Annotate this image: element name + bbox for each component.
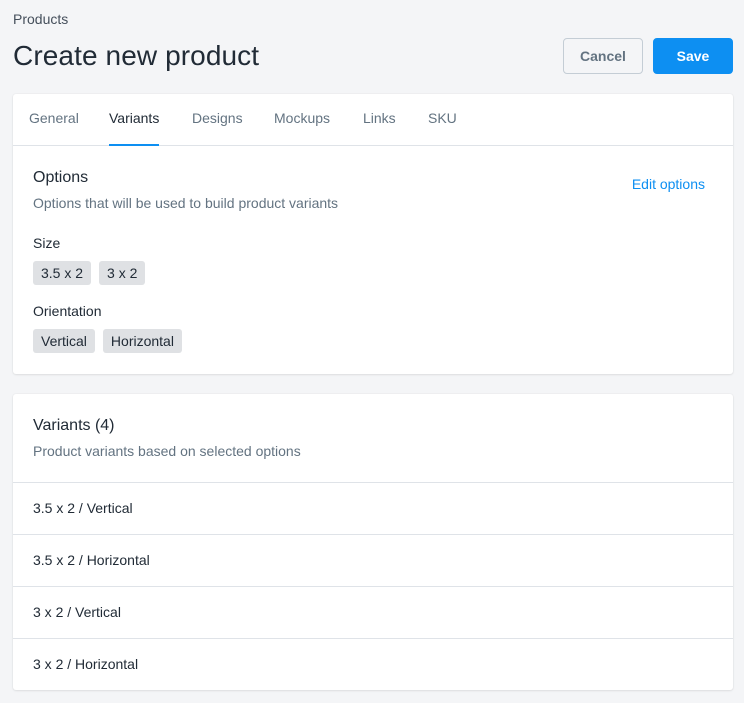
variant-row[interactable]: 3.5 x 2 / Vertical <box>13 482 733 534</box>
page-title: Create new product <box>13 40 260 71</box>
save-button[interactable]: Save <box>653 38 733 74</box>
option-chip: 3.5 x 2 <box>33 261 92 285</box>
size-chips: 3.5 x 2 3 x 2 <box>33 261 146 285</box>
variants-subtitle: Product variants based on selected optio… <box>33 443 301 459</box>
orientation-chips: Vertical Horizontal <box>33 329 182 353</box>
options-card: General Variants Designs Mockups Links S… <box>13 94 733 374</box>
tab-general[interactable]: General <box>29 94 79 146</box>
tab-bar: General Variants Designs Mockups Links S… <box>13 94 733 146</box>
page: Products Create new product Cancel Save … <box>0 0 744 703</box>
tab-mockups[interactable]: Mockups <box>274 94 330 146</box>
tab-designs[interactable]: Designs <box>192 94 243 146</box>
options-title: Options <box>33 169 89 186</box>
variants-card: Variants (4) Product variants based on s… <box>13 394 733 690</box>
options-subtitle: Options that will be used to build produ… <box>33 195 339 211</box>
breadcrumb[interactable]: Products <box>13 11 68 27</box>
tab-variants[interactable]: Variants <box>109 94 160 146</box>
option-chip: 3 x 2 <box>99 261 146 285</box>
variant-row[interactable]: 3.5 x 2 / Horizontal <box>13 534 733 586</box>
option-chip: Horizontal <box>102 329 182 353</box>
tab-sku[interactable]: SKU <box>428 94 457 146</box>
cancel-button[interactable]: Cancel <box>563 38 643 74</box>
option-group-label-orientation: Orientation <box>33 303 102 319</box>
tab-links[interactable]: Links <box>363 94 396 146</box>
variant-row[interactable]: 3 x 2 / Vertical <box>13 586 733 638</box>
variants-title: Variants (4) <box>33 417 115 434</box>
option-group-label-size: Size <box>33 235 61 251</box>
edit-options-link[interactable]: Edit options <box>632 175 705 193</box>
variant-row[interactable]: 3 x 2 / Horizontal <box>13 638 733 690</box>
option-chip: Vertical <box>33 329 95 353</box>
